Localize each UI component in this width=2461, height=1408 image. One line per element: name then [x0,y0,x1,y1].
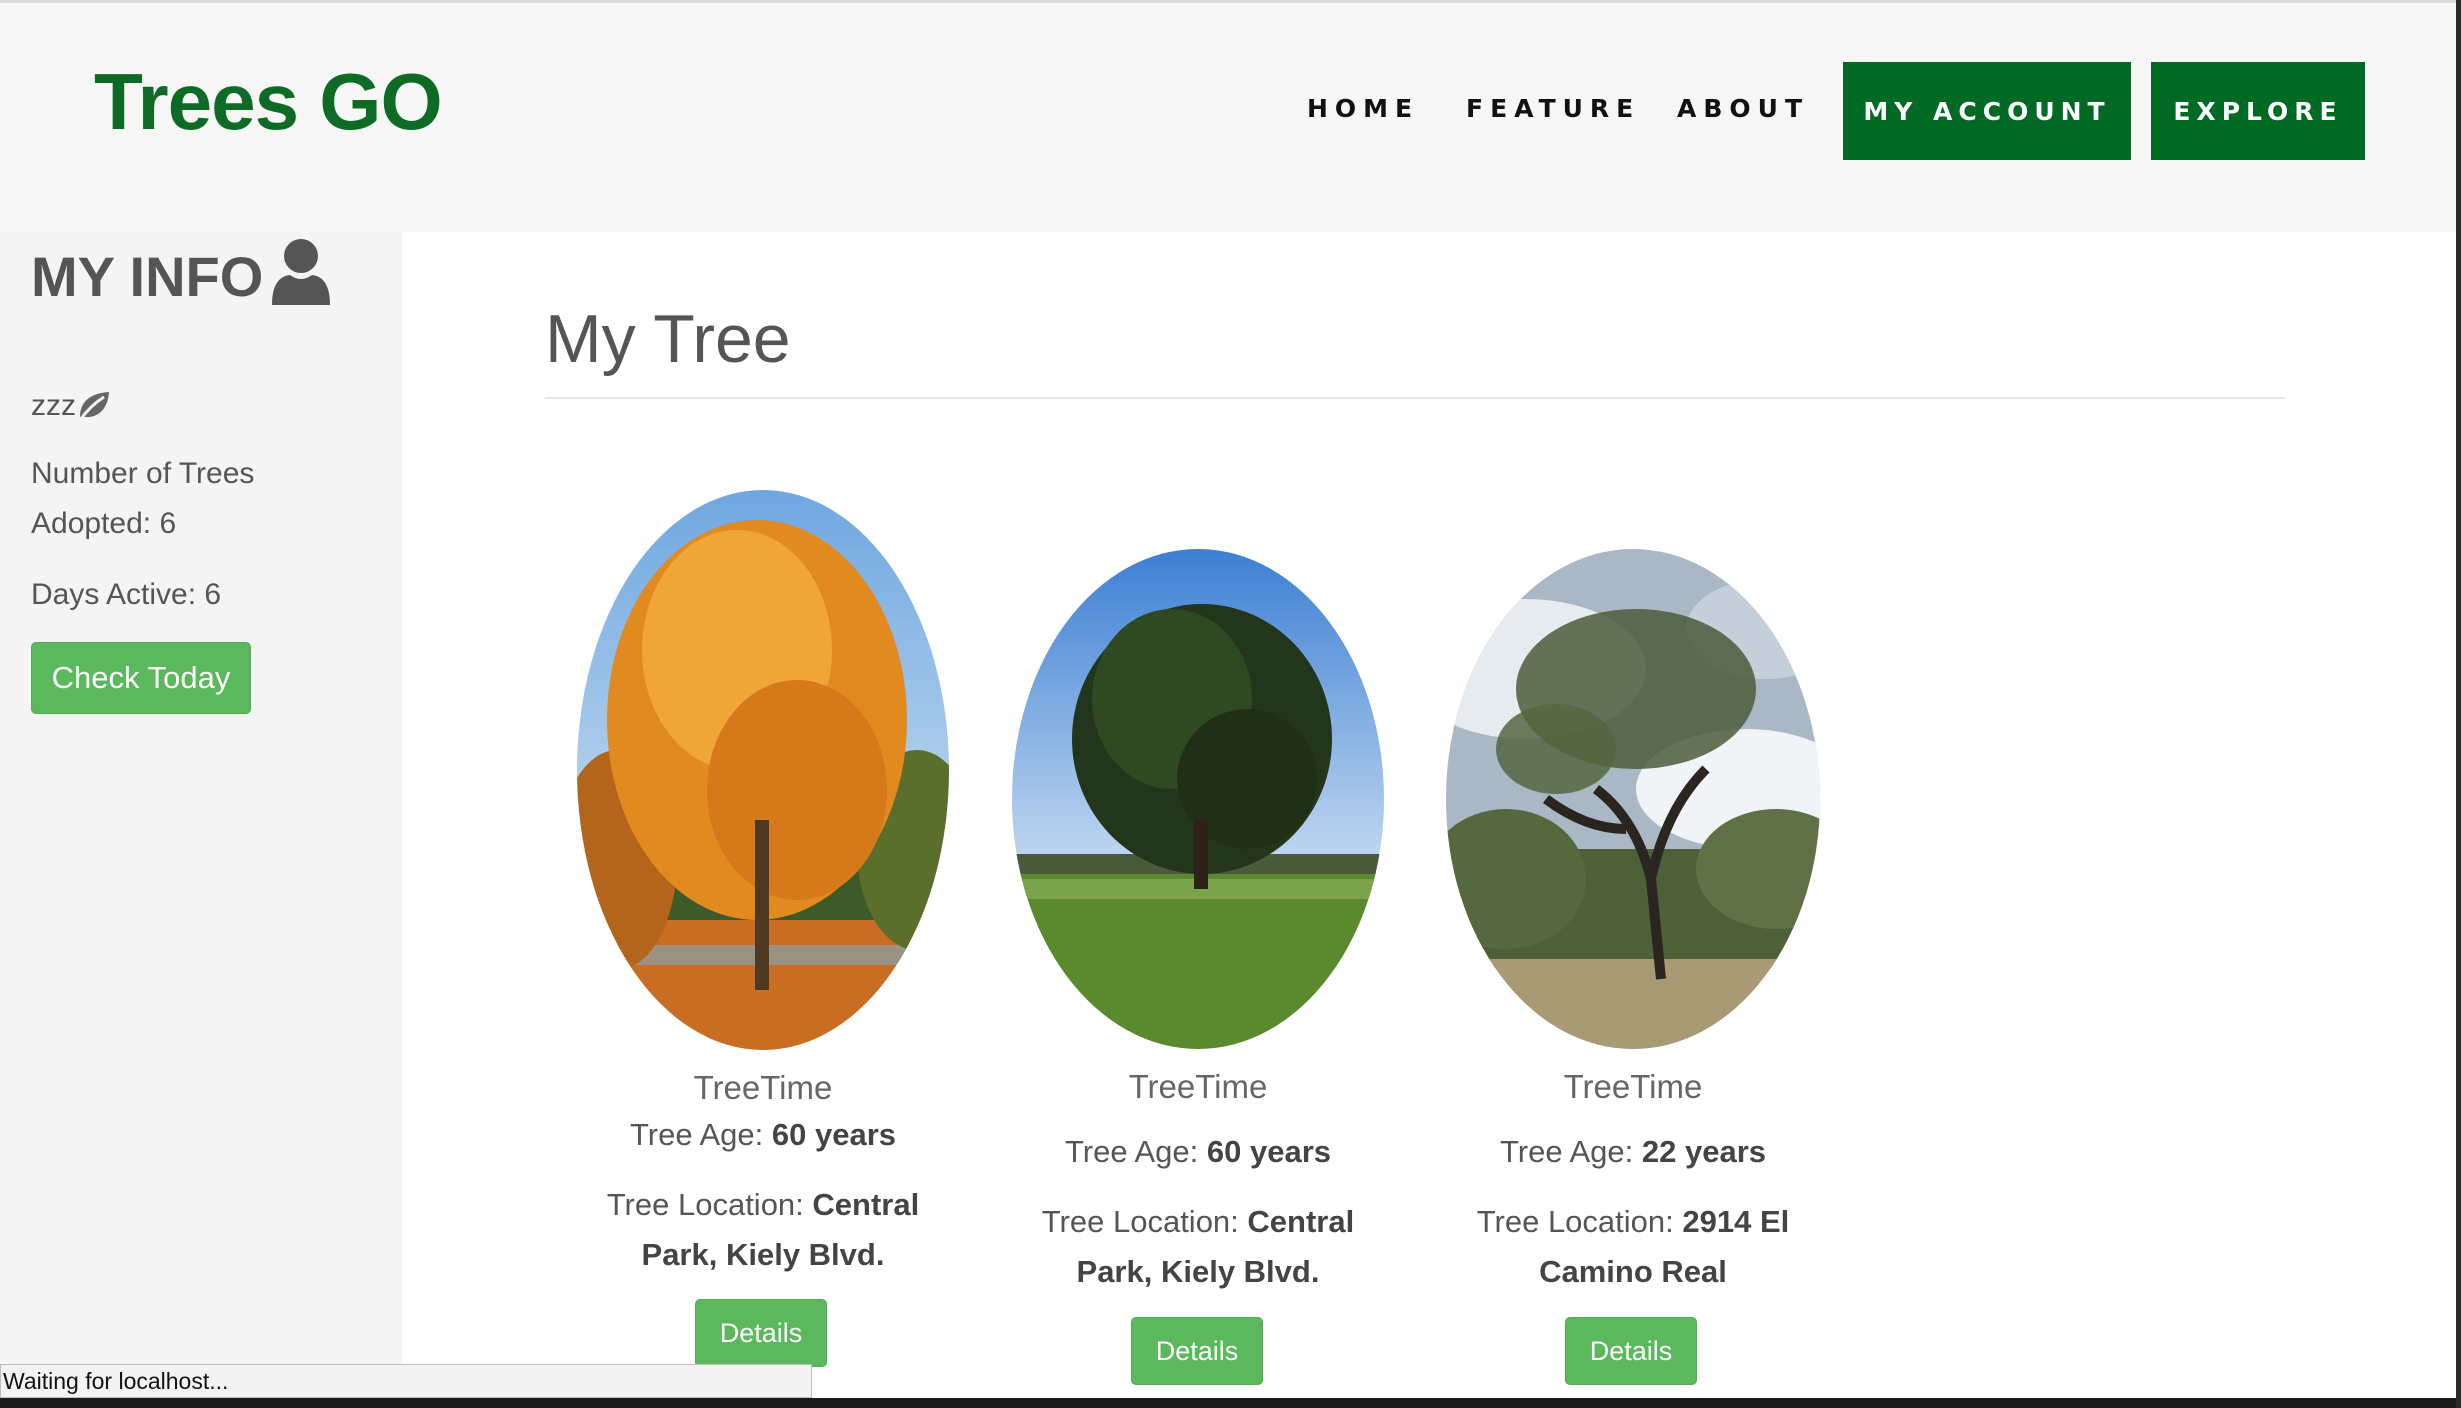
tree-photo-eucalyptus [1446,549,1820,1049]
days-active: Days Active: 6 [31,578,222,611]
tree-1-age: Tree Age: 60 years [629,1117,896,1152]
trees-adopted-label: Number of Trees [31,457,255,490]
browser-status-bar: Waiting for localhost... [0,1364,812,1398]
window-right-border [2456,0,2461,1408]
tree-3-details-button[interactable]: Details [1565,1317,1697,1385]
explore-button[interactable]: EXPLORE [2151,62,2365,160]
tree-3-age: Tree Age: 22 years [1499,1134,1766,1169]
site-logo[interactable]: Trees GO [94,52,443,152]
page-title: My Tree [545,301,791,377]
window-bottom-border [0,1398,2461,1408]
tree-3-location-cont: Camino Real [1539,1254,1727,1289]
trees-adopted-count: Adopted: 6 [31,507,177,540]
nav-home[interactable]: HOME [1307,91,1419,127]
my-account-button[interactable]: MY ACCOUNT [1843,62,2131,160]
tree-1-details-button[interactable]: Details [695,1299,827,1367]
tree-photo-oak [1012,549,1384,1049]
check-today-button[interactable]: Check Today [31,642,251,714]
tree-1-location: Tree Location: Central [606,1187,920,1222]
leaf-icon [76,387,112,423]
tree-1-name: TreeTime [693,1069,833,1106]
tree-1-location-cont: Park, Kiely Blvd. [641,1237,885,1272]
tree-2-location: Tree Location: Central [1041,1204,1355,1239]
tree-2-name: TreeTime [1128,1068,1268,1105]
tree-2-details-button[interactable]: Details [1131,1317,1263,1385]
tree-3-location: Tree Location: 2914 El [1476,1204,1790,1239]
sidebar-title: MY INFO [31,245,264,308]
username: zzz [31,389,76,422]
tree-3-name: TreeTime [1563,1068,1703,1105]
user-icon [270,237,332,305]
tree-2-location-cont: Park, Kiely Blvd. [1076,1254,1320,1289]
title-divider [545,397,2285,399]
nav-feature[interactable]: FEATURE [1466,91,1640,127]
nav-about[interactable]: ABOUT [1677,91,1809,127]
tree-photo-autumn [577,490,949,1050]
tree-2-age: Tree Age: 60 years [1064,1134,1331,1169]
